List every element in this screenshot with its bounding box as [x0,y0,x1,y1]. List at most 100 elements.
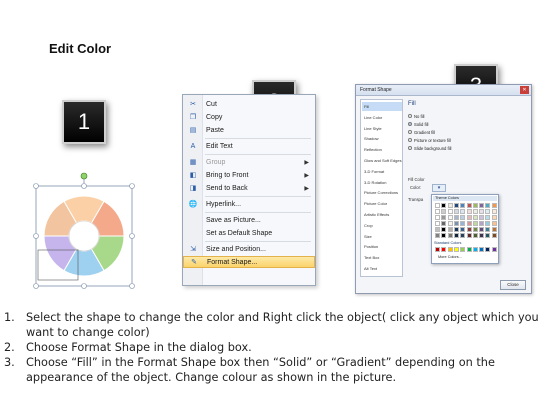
menu-item[interactable]: ▤ Paste [183,124,315,136]
palette-swatch[interactable] [447,221,453,226]
menu-item[interactable]: ⇲ Size and Position... [183,243,315,255]
palette-swatch[interactable] [441,203,447,208]
palette-swatch[interactable] [479,227,485,232]
palette-swatch[interactable] [485,209,491,214]
close-button[interactable]: Close [500,280,526,290]
palette-swatch[interactable] [466,233,472,238]
menu-item[interactable]: A Edit Text [183,140,315,152]
palette-swatch[interactable] [472,215,478,220]
menu-item[interactable]: Save as Picture... [183,214,315,226]
palette-swatch[interactable] [447,227,453,232]
nav-item[interactable]: Text Box [362,253,402,262]
nav-item[interactable]: Line Color [362,113,402,122]
menu-item[interactable]: ◧ Bring to Front ▶ [183,169,315,181]
fill-option[interactable]: Solid fill [408,121,428,127]
palette-swatch[interactable] [441,227,447,232]
standard-swatch[interactable] [447,247,453,252]
palette-swatch[interactable] [472,209,478,214]
palette-swatch[interactable] [460,209,466,214]
palette-swatch[interactable] [460,233,466,238]
palette-swatch[interactable] [472,227,478,232]
menu-item[interactable]: ◨ Send to Back ▶ [183,182,315,194]
palette-swatch[interactable] [479,215,485,220]
palette-swatch[interactable] [441,209,447,214]
palette-swatch[interactable] [447,203,453,208]
close-icon[interactable]: ✕ [520,86,529,94]
standard-swatch[interactable] [466,247,472,252]
palette-swatch[interactable] [491,227,497,232]
palette-swatch[interactable] [479,221,485,226]
nav-item[interactable]: Line Style [362,124,402,133]
palette-swatch[interactable] [491,215,497,220]
palette-swatch[interactable] [460,215,466,220]
palette-swatch[interactable] [453,221,459,226]
rotate-handle[interactable] [80,172,88,180]
standard-swatch[interactable] [460,247,466,252]
palette-swatch[interactable] [453,233,459,238]
menu-item[interactable]: ❐ Copy [183,111,315,123]
fill-option[interactable]: Gradient fill [408,129,435,135]
standard-swatch[interactable] [435,247,440,252]
palette-swatch[interactable] [460,221,466,226]
palette-swatch[interactable] [491,233,497,238]
fill-option[interactable]: No fill [408,113,424,119]
palette-swatch[interactable] [441,221,447,226]
palette-swatch[interactable] [479,233,485,238]
nav-item[interactable]: Shadow [362,134,402,143]
nav-item[interactable]: Picture Color [362,199,402,208]
palette-swatch[interactable] [441,233,447,238]
palette-swatch[interactable] [466,215,472,220]
fill-option[interactable]: Picture or texture fill [408,137,451,143]
palette-swatch[interactable] [460,203,466,208]
palette-swatch[interactable] [466,203,472,208]
nav-item[interactable]: 3-D Format [362,167,402,176]
palette-swatch[interactable] [472,233,478,238]
nav-item[interactable]: 3-D Rotation [362,178,402,187]
radio-icon[interactable] [408,130,412,134]
palette-swatch[interactable] [479,203,485,208]
palette-swatch[interactable] [435,203,440,208]
nav-item[interactable]: Picture Corrections [362,188,402,197]
palette-swatch[interactable] [479,209,485,214]
nav-item[interactable]: Glow and Soft Edges [362,156,402,165]
standard-swatch[interactable] [479,247,485,252]
menu-item[interactable]: 🌐 Hyperlink... [183,198,315,210]
palette-swatch[interactable] [435,221,440,226]
fill-option[interactable]: Slide background fill [408,145,451,151]
standard-swatch[interactable] [472,247,478,252]
palette-swatch[interactable] [441,215,447,220]
palette-swatch[interactable] [435,227,440,232]
palette-swatch[interactable] [435,215,440,220]
palette-swatch[interactable] [453,215,459,220]
palette-swatch[interactable] [491,203,497,208]
palette-swatch[interactable] [435,209,440,214]
donut-shape[interactable] [30,172,138,292]
palette-swatch[interactable] [466,227,472,232]
nav-item[interactable]: Crop [362,221,402,230]
donut-graphic[interactable] [30,172,138,292]
radio-icon[interactable] [408,146,412,150]
nav-item[interactable]: Alt Text [362,264,402,273]
nav-item[interactable]: Size [362,232,402,241]
menu-item[interactable]: ✎ Format Shape... [183,256,315,268]
standard-swatch[interactable] [453,247,459,252]
palette-swatch[interactable] [491,209,497,214]
more-colors-link[interactable]: More Colors... [438,255,462,259]
palette-swatch[interactable] [485,233,491,238]
palette-swatch[interactable] [466,209,472,214]
palette-swatch[interactable] [453,203,459,208]
palette-swatch[interactable] [472,203,478,208]
palette-swatch[interactable] [435,233,440,238]
palette-swatch[interactable] [447,233,453,238]
palette-swatch[interactable] [491,221,497,226]
radio-icon[interactable] [408,114,412,118]
palette-swatch[interactable] [460,227,466,232]
nav-item[interactable]: Fill [362,102,402,111]
radio-icon[interactable] [408,138,412,142]
nav-item[interactable]: Position [362,242,402,251]
palette-swatch[interactable] [453,209,459,214]
palette-swatch[interactable] [447,215,453,220]
standard-swatch[interactable] [491,247,497,252]
menu-item[interactable]: Set as Default Shape [183,227,315,239]
standard-swatch[interactable] [441,247,447,252]
